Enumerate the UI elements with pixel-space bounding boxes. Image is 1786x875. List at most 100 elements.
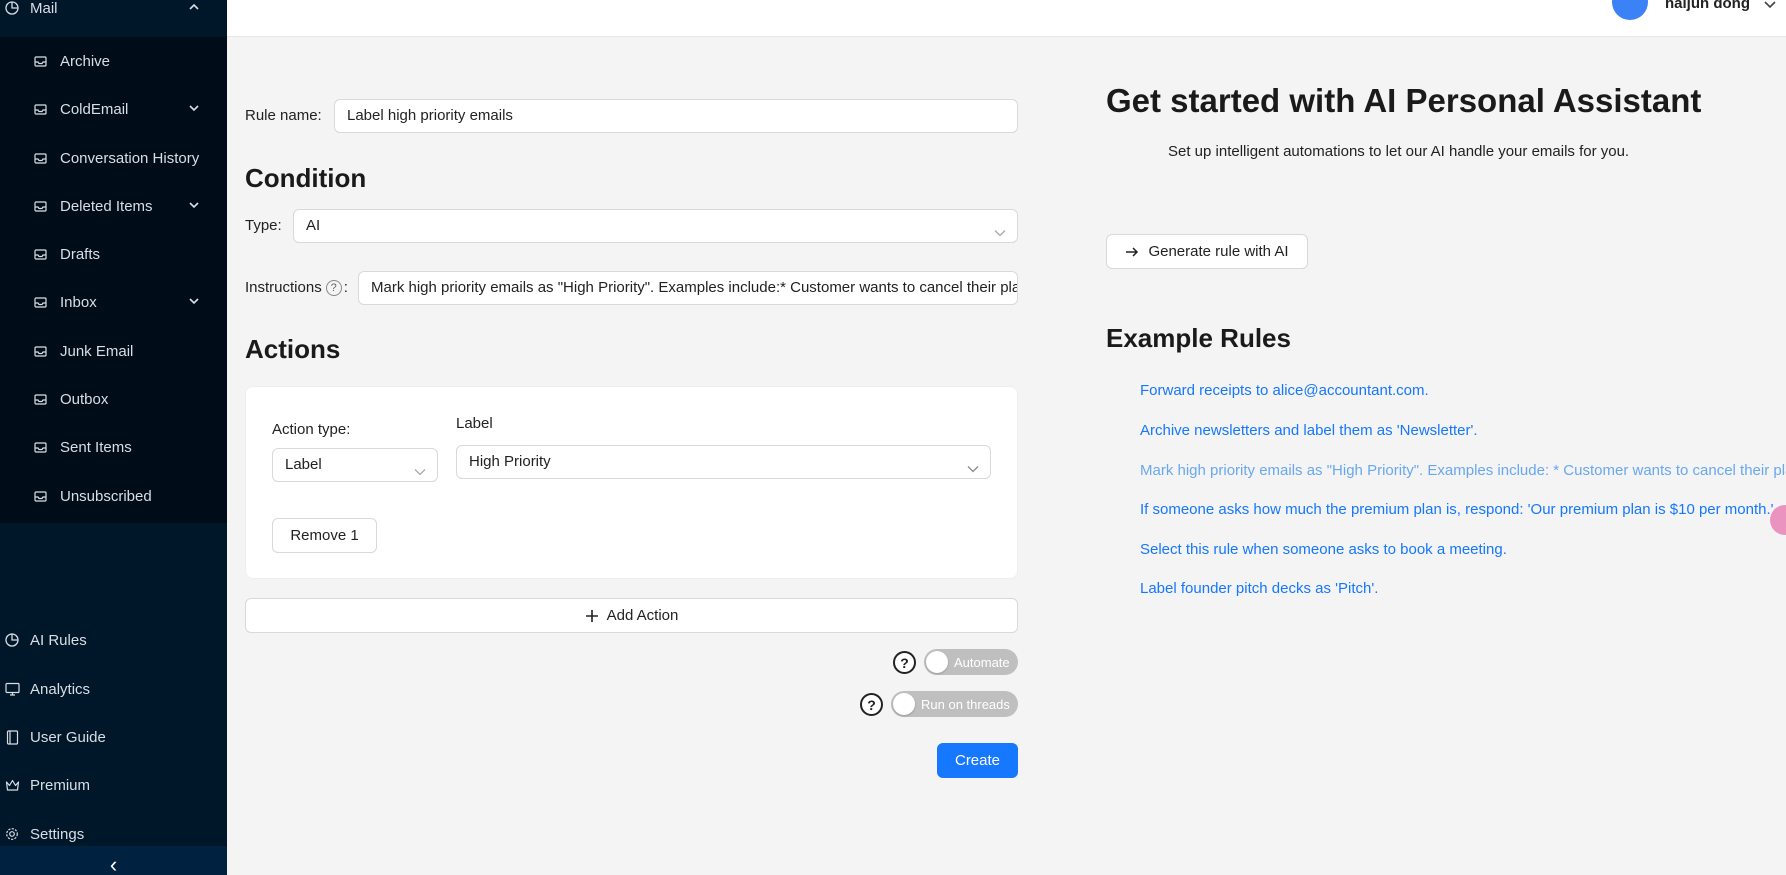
sidebar-item-label: Conversation History — [60, 149, 200, 167]
sidebar-item-premium[interactable]: Premium — [0, 765, 227, 805]
inbox-icon — [32, 391, 48, 407]
remove-action-button[interactable]: Remove 1 — [272, 518, 377, 553]
book-icon — [4, 729, 20, 745]
create-button[interactable]: Create — [937, 743, 1018, 778]
inbox-icon — [32, 198, 48, 214]
automate-toggle[interactable]: Automate — [924, 649, 1018, 675]
sidebar-item-conversation-history[interactable]: Conversation History — [0, 138, 227, 178]
sidebar-item-label: AI Rules — [30, 631, 87, 649]
type-select[interactable]: AI — [293, 209, 1018, 243]
sidebar-item-label: User Guide — [30, 728, 106, 746]
pie-chart-icon — [4, 632, 20, 648]
example-rule-link[interactable]: Label founder pitch decks as 'Pitch'. — [1140, 580, 1378, 597]
sidebar-item-label: Premium — [30, 776, 91, 794]
assistant-subtitle: Set up intelligent automations to let ou… — [1168, 143, 1630, 160]
sidebar-item-label: Archive — [60, 52, 111, 70]
mail-folder-list: Archive ColdEmail Conversation History D… — [0, 37, 227, 523]
sidebar-item-unsubscribed[interactable]: Unsubscribed — [0, 476, 227, 516]
generate-rule-label: Generate rule with AI — [1148, 243, 1289, 260]
inbox-icon — [32, 53, 48, 69]
label-field-label: Label — [456, 415, 493, 432]
chevron-down-icon — [187, 198, 203, 214]
sidebar-item-label: Inbox — [60, 293, 97, 311]
question-circle-icon[interactable]: ? — [893, 651, 916, 674]
toggle-knob — [926, 651, 948, 673]
chevron-down-icon — [413, 459, 427, 481]
sidebar-item-sent-items[interactable]: Sent Items — [0, 427, 227, 467]
action-type-label: Action type: — [272, 421, 351, 438]
instructions-input[interactable]: Mark high priority emails as "High Prior… — [358, 271, 1018, 305]
example-rule-link[interactable]: Archive newsletters and label them as 'N… — [1140, 422, 1478, 439]
sidebar-item-label: Mail — [30, 0, 58, 17]
chevron-left-icon: ‹ — [109, 852, 118, 875]
sidebar-item-archive[interactable]: Archive — [0, 41, 227, 81]
sidebar-item-analytics[interactable]: Analytics — [0, 669, 227, 709]
crown-icon — [4, 777, 20, 793]
inbox-icon — [32, 150, 48, 166]
chevron-down-icon — [187, 294, 203, 310]
label-select-value: High Priority — [469, 453, 551, 470]
top-header — [227, 0, 1786, 37]
chevron-down-icon — [187, 101, 203, 117]
example-rule-link[interactable]: Select this rule when someone asks to bo… — [1140, 541, 1507, 558]
generate-rule-button[interactable]: Generate rule with AI — [1106, 234, 1308, 269]
inbox-icon — [32, 343, 48, 359]
example-rules-heading: Example Rules — [1106, 323, 1291, 353]
type-label: Type: — [245, 217, 282, 234]
condition-heading: Condition — [245, 163, 367, 193]
instructions-label: Instructions?: — [245, 279, 348, 297]
run-on-threads-toggle-label: Run on threads — [921, 696, 1010, 712]
chevron-up-icon — [187, 0, 203, 16]
action-type-select-value: Label — [285, 456, 322, 473]
sidebar-item-coldemail[interactable]: ColdEmail — [0, 89, 227, 129]
sidebar-item-ai-rules[interactable]: AI Rules — [0, 620, 227, 660]
inbox-icon — [32, 246, 48, 262]
sidebar-collapse-button[interactable]: ‹ — [0, 846, 227, 875]
sidebar-item-label: Deleted Items — [60, 197, 153, 215]
plus-icon — [585, 609, 599, 623]
sidebar-item-label: ColdEmail — [60, 100, 129, 118]
rule-name-label: Rule name: — [245, 107, 322, 124]
sidebar-item-label: Drafts — [60, 245, 101, 263]
inbox-icon — [32, 294, 48, 310]
chevron-down-icon[interactable] — [1762, 0, 1778, 17]
sidebar-item-mail[interactable]: Mail — [0, 0, 227, 28]
sidebar-item-label: Unsubscribed — [60, 487, 152, 505]
sidebar-item-label: Junk Email — [60, 342, 134, 360]
sidebar-item-user-guide[interactable]: User Guide — [0, 717, 227, 757]
chevron-down-icon — [966, 456, 980, 478]
run-on-threads-toggle[interactable]: Run on threads — [891, 691, 1018, 717]
pie-chart-icon — [4, 0, 20, 16]
sidebar-item-outbox[interactable]: Outbox — [0, 379, 227, 419]
arrow-right-icon — [1125, 245, 1139, 259]
automate-toggle-label: Automate — [954, 654, 1010, 670]
monitor-icon — [4, 681, 20, 697]
assistant-title: Get started with AI Personal Assistant — [1106, 82, 1702, 119]
sidebar-item-inbox[interactable]: Inbox — [0, 282, 227, 322]
type-select-value: AI — [306, 217, 321, 234]
question-circle-icon[interactable]: ? — [325, 280, 342, 297]
user-name[interactable]: haijun dong — [1665, 0, 1750, 12]
action-type-select[interactable]: Label — [272, 448, 438, 482]
sidebar: Mail Archive ColdEmail Conversation Hist… — [0, 0, 227, 875]
sidebar-item-label: Settings — [30, 825, 85, 843]
sidebar-item-junk-email[interactable]: Junk Email — [0, 331, 227, 371]
toggle-knob — [893, 693, 915, 715]
chevron-down-icon — [993, 220, 1007, 242]
add-action-label: Add Action — [606, 607, 679, 624]
sidebar-item-drafts[interactable]: Drafts — [0, 234, 227, 274]
actions-heading: Actions — [245, 334, 341, 364]
add-action-button[interactable]: Add Action — [245, 598, 1018, 633]
example-rule-link[interactable]: Mark high priority emails as "High Prior… — [1140, 462, 1786, 479]
inbox-icon — [32, 101, 48, 117]
example-rule-link[interactable]: Forward receipts to alice@accountant.com… — [1140, 382, 1429, 399]
question-circle-icon[interactable]: ? — [860, 693, 883, 716]
rule-name-input[interactable]: Label high priority emails — [334, 99, 1018, 133]
example-rule-link[interactable]: If someone asks how much the premium pla… — [1140, 501, 1774, 518]
sidebar-item-deleted-items[interactable]: Deleted Items — [0, 186, 227, 226]
gear-icon — [4, 826, 20, 842]
sidebar-item-label: Outbox — [60, 390, 109, 408]
inbox-icon — [32, 488, 48, 504]
sidebar-item-label: Analytics — [30, 680, 91, 698]
label-select[interactable]: High Priority — [456, 445, 991, 479]
